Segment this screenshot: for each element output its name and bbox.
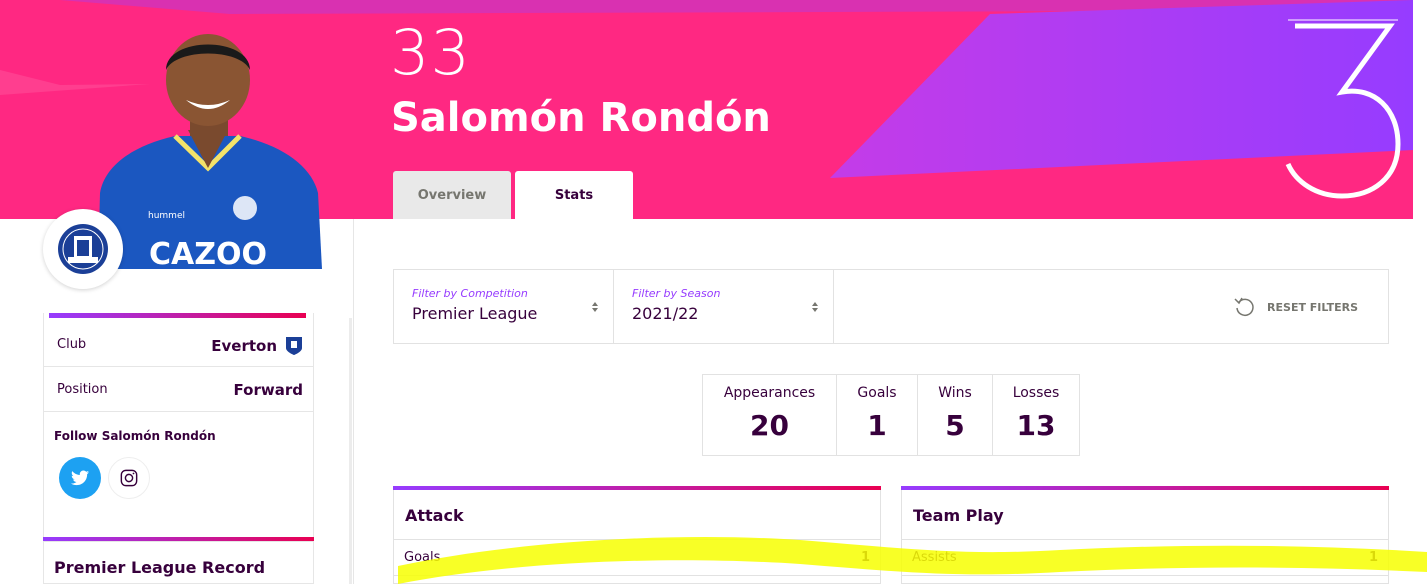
club-badge — [43, 209, 123, 289]
reset-filters-button[interactable]: RESET FILTERS — [1233, 296, 1358, 318]
club-row: Club Everton — [44, 323, 313, 367]
kit-brand: hummel — [148, 211, 185, 221]
stat-value: 1 — [1368, 550, 1378, 565]
stat-row: Assists 1 — [902, 539, 1388, 576]
everton-crest-icon — [58, 224, 108, 274]
stat-label: Assists — [912, 550, 957, 565]
tab-overview[interactable]: Overview — [393, 171, 511, 219]
summary-stats: Appearances 20 Goals 1 Wins 5 Losses 13 — [702, 374, 1080, 456]
player-stats-page: 33 Salomón Rondón CAZOO hummel Overview … — [0, 0, 1427, 584]
follow-label: Follow Salomón Rondón — [54, 429, 216, 443]
attack-card: Attack Goals 1 — [393, 486, 881, 584]
position-value: Forward — [233, 381, 303, 399]
stat-value: 1 — [860, 550, 870, 565]
shirt-sponsor: CAZOO — [149, 237, 267, 269]
competition-filter-value: Premier League — [412, 304, 538, 323]
big-number-outline — [1285, 19, 1401, 199]
card-accent-bar — [393, 486, 881, 490]
competition-filter-label: Filter by Competition — [412, 287, 528, 300]
reset-icon — [1234, 297, 1254, 317]
card-accent-bar — [49, 313, 306, 318]
summary-value: 5 — [945, 409, 965, 442]
summary-label: Goals — [857, 385, 897, 401]
summary-appearances: Appearances 20 — [703, 375, 837, 455]
premier-league-record-card: Premier League Record — [43, 537, 314, 584]
sort-arrows-icon — [592, 302, 598, 312]
sidebar-scroll-edge — [349, 318, 352, 584]
season-filter-value: 2021/22 — [632, 304, 699, 323]
competition-filter[interactable]: Filter by Competition Premier League — [394, 270, 614, 343]
summary-label: Losses — [1012, 385, 1060, 401]
stat-label: Goals — [404, 550, 441, 565]
everton-badge-icon — [286, 337, 302, 355]
summary-losses: Losses 13 — [993, 375, 1079, 455]
summary-label: Appearances — [723, 385, 816, 401]
club-name: Everton — [211, 337, 277, 355]
summary-value: 13 — [1016, 409, 1056, 442]
team-play-card: Team Play Assists 1 — [901, 486, 1389, 584]
reset-filters-label: RESET FILTERS — [1267, 300, 1358, 314]
shirt-number: 33 — [390, 16, 471, 89]
summary-value: 20 — [750, 409, 789, 442]
stat-row: Goals 1 — [394, 539, 880, 576]
filter-bar: Filter by Competition Premier League Fil… — [393, 269, 1389, 344]
card-title: Attack — [405, 506, 464, 525]
twitter-button[interactable] — [59, 457, 101, 499]
player-name: Salomón Rondón — [391, 95, 771, 141]
summary-value: 1 — [867, 409, 887, 442]
card-accent-bar — [901, 486, 1389, 490]
instagram-icon — [120, 469, 138, 487]
hero-edge — [1413, 0, 1427, 219]
season-filter[interactable]: Filter by Season 2021/22 — [614, 270, 834, 343]
player-photo: CAZOO hummel — [98, 34, 322, 269]
summary-goals: Goals 1 — [837, 375, 918, 455]
record-title: Premier League Record — [54, 558, 266, 577]
club-label: Club — [57, 337, 87, 352]
position-label: Position — [57, 382, 108, 397]
season-filter-label: Filter by Season — [632, 287, 721, 300]
instagram-button[interactable] — [108, 457, 150, 499]
player-info-card: Club Everton Position Forward Follow Sal… — [43, 313, 314, 542]
tab-stats[interactable]: Stats — [515, 171, 633, 219]
club-value[interactable]: Everton — [211, 336, 303, 356]
sort-arrows-icon — [812, 302, 818, 312]
summary-wins: Wins 5 — [918, 375, 993, 455]
twitter-icon — [71, 470, 89, 486]
summary-label: Wins — [938, 385, 972, 401]
card-title: Team Play — [913, 506, 1004, 525]
position-row: Position Forward — [44, 368, 313, 412]
card-accent-bar — [43, 537, 314, 541]
